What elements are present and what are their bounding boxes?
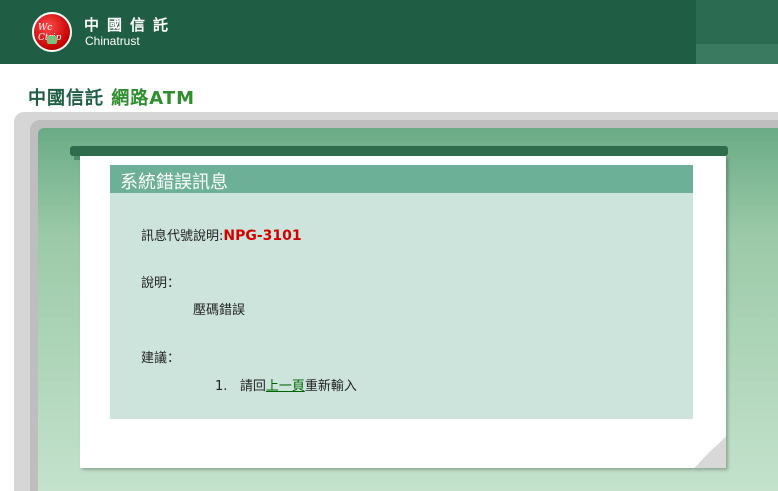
error-code-label: 訊息代號說明: xyxy=(141,229,224,244)
chinatrust-logo-icon[interactable]: Wc Ctrip xyxy=(32,12,72,52)
top-header-bar: Wc Ctrip 中國信託 Chinatrust xyxy=(0,0,778,64)
suggestion-label: 建議： xyxy=(141,351,181,366)
error-code-row: 訊息代號說明:NPG-3101 xyxy=(141,225,302,244)
suggestion-post: 重新輸入 xyxy=(304,379,357,394)
suggestion-pre: 請回 xyxy=(239,379,266,394)
page-title-prefix: 中國信託 xyxy=(28,88,104,109)
description-text: 壓碼錯誤 xyxy=(193,303,246,318)
page-title: 中國信託 網路ATM xyxy=(28,84,195,110)
suggestion-item: 1. 請回上一頁重新輸入 xyxy=(215,375,357,394)
atm-receipt-slot xyxy=(70,146,728,156)
error-message-title: 系統錯誤訊息 xyxy=(110,165,693,193)
suggestion-number: 1. xyxy=(215,379,228,394)
previous-page-link[interactable]: 上一頁 xyxy=(266,379,305,394)
error-message-box: 系統錯誤訊息 訊息代號說明:NPG-3101 說明： 壓碼錯誤 建議： 1. 請… xyxy=(110,165,693,419)
header-stripe xyxy=(696,44,778,64)
brand-name-cn: 中國信託 xyxy=(84,16,177,34)
paper-curl xyxy=(694,436,726,468)
error-code-value: NPG-3101 xyxy=(223,228,302,244)
page-title-highlight: 網路ATM xyxy=(111,88,196,109)
logo-text: Wc Ctrip xyxy=(38,23,62,43)
description-label: 說明： xyxy=(141,276,181,291)
brand-name-en: Chinatrust xyxy=(85,34,140,48)
